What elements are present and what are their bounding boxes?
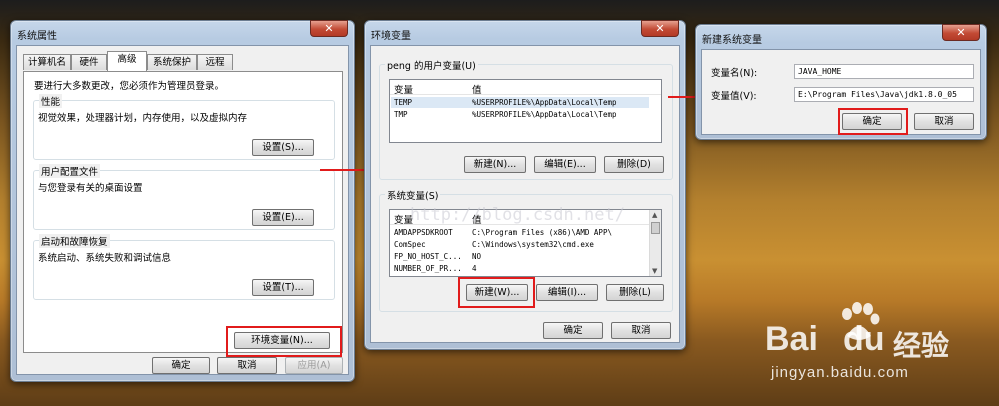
var-name: ComSpec (394, 240, 426, 249)
env-button-highlight (226, 326, 342, 357)
system-properties-window: 系统属性 ✕ 计算机名 硬件 高级 系统保护 远程 要进行大多数更改，您必须作为… (10, 20, 355, 382)
performance-desc: 视觉效果，处理器计划，内存使用，以及虚拟内存 (38, 113, 248, 124)
variable-value-field[interactable]: E:\Program Files\Java\jdk1.8.0_05 (794, 87, 974, 102)
variable-name-field[interactable]: JAVA_HOME (794, 64, 974, 79)
var-value: NO (472, 252, 482, 261)
user-profile-group: 用户配置文件 与您登录有关的桌面设置 设置(E)... (33, 164, 335, 230)
user-profile-desc: 与您登录有关的桌面设置 (38, 183, 143, 194)
user-variables-label: peng 的用户变量(U) (385, 58, 478, 72)
column-variable[interactable]: 变量 (394, 82, 413, 96)
scroll-up-icon[interactable]: ▲ (652, 211, 657, 219)
user-variables-group: peng 的用户变量(U) 变量 值 TEMP %USERPROFILE%\App… (379, 58, 673, 180)
tab-page: 要进行大多数更改，您必须作为管理员登录。 性能 视觉效果，处理器计划，内存使用，… (23, 71, 343, 353)
csdn-watermark: http://blog.csdn.net/ (410, 205, 625, 225)
user-profile-label: 用户配置文件 (39, 164, 101, 178)
variable-value-label: 变量值(V): (711, 91, 757, 102)
cancel-button[interactable]: 取消 (914, 113, 974, 130)
window-title: 系统属性 (17, 31, 57, 42)
var-name: TMP (394, 110, 408, 119)
var-name: NUMBER_OF_PR... (394, 264, 462, 273)
list-item[interactable]: TMP %USERPROFILE%\AppData\Local\Temp (391, 109, 649, 120)
scroll-thumb[interactable] (651, 222, 660, 234)
dialog-body: peng 的用户变量(U) 变量 值 TEMP %USERPROFILE%\App… (370, 45, 680, 343)
scrollbar[interactable]: ▲ ▼ (649, 210, 661, 276)
performance-settings-button[interactable]: 设置(S)... (252, 139, 314, 156)
apply-button[interactable]: 应用(A) (285, 357, 343, 374)
user-delete-button[interactable]: 删除(D) (604, 156, 664, 173)
var-value: C:\Program Files (x86)\AMD APP\ (472, 228, 612, 237)
logo-text-du: du (843, 320, 885, 358)
new-system-variable-window: 新建系统变量 ✕ 变量名(N): JAVA_HOME 变量值(V): E:\Pr… (695, 24, 987, 140)
system-edit-button[interactable]: 编辑(I)... (536, 284, 598, 301)
var-value: C:\Windows\system32\cmd.exe (472, 240, 594, 249)
user-variables-list[interactable]: 变量 值 TEMP %USERPROFILE%\AppData\Local\Tem… (389, 79, 662, 143)
window-title: 环境变量 (371, 31, 411, 42)
ok-button[interactable]: 确定 (152, 357, 210, 374)
logo-text-bai: Bai (765, 320, 818, 358)
var-name: TEMP (394, 98, 413, 107)
var-value: %USERPROFILE%\AppData\Local\Temp (472, 98, 617, 107)
scroll-down-icon[interactable]: ▼ (652, 267, 657, 275)
cancel-button[interactable]: 取消 (217, 357, 277, 374)
site-url: jingyan.baidu.com (771, 364, 909, 381)
list-item[interactable]: AMDAPPSDKROOT C:\Program Files (x86)\AMD … (391, 227, 649, 238)
close-button[interactable]: ✕ (942, 24, 980, 41)
ok-button-highlight (838, 108, 908, 135)
var-name: AMDAPPSDKROOT (394, 228, 453, 237)
ok-button[interactable]: 确定 (543, 322, 603, 339)
var-name: FP_NO_HOST_C... (394, 252, 462, 261)
tab-system-protection[interactable]: 系统保护 (147, 54, 197, 70)
system-new-highlight (458, 277, 535, 308)
tab-strip: 计算机名 硬件 高级 系统保护 远程 (23, 51, 343, 72)
list-header: 变量 值 (390, 80, 661, 96)
environment-variables-window: 环境变量 ✕ peng 的用户变量(U) 变量 值 TEMP %USERPROFI… (364, 20, 686, 350)
startup-recovery-desc: 系统启动、系统失败和调试信息 (38, 253, 172, 264)
list-item[interactable]: NUMBER_OF_PR... 4 (391, 263, 649, 274)
list-item[interactable]: TEMP %USERPROFILE%\AppData\Local\Temp (391, 97, 649, 108)
tab-advanced[interactable]: 高级 (107, 51, 147, 71)
tab-computer-name[interactable]: 计算机名 (23, 54, 71, 70)
close-button[interactable]: ✕ (310, 20, 348, 37)
system-delete-button[interactable]: 删除(L) (606, 284, 664, 301)
list-item[interactable]: ComSpec C:\Windows\system32\cmd.exe (391, 239, 649, 250)
startup-recovery-group: 启动和故障恢复 系统启动、系统失败和调试信息 设置(T)... (33, 234, 335, 300)
variable-name-label: 变量名(N): (711, 68, 758, 79)
list-item[interactable]: FP_NO_HOST_C... NO (391, 251, 649, 262)
user-new-button[interactable]: 新建(N)... (464, 156, 526, 173)
close-button[interactable]: ✕ (641, 20, 679, 37)
user-profile-settings-button[interactable]: 设置(E)... (252, 209, 314, 226)
var-value: 4 (472, 264, 477, 273)
startup-settings-button[interactable]: 设置(T)... (252, 279, 314, 296)
window-title: 新建系统变量 (702, 35, 762, 46)
performance-group: 性能 视觉效果，处理器计划，内存使用，以及虚拟内存 设置(S)... (33, 94, 335, 160)
dialog-body: 计算机名 硬件 高级 系统保护 远程 要进行大多数更改，您必须作为管理员登录。 … (16, 45, 349, 375)
logo-text-jingyan: 经验 (893, 330, 950, 361)
baidu-logo: Bai du 经验 jingyan.baidu.com (755, 300, 995, 381)
var-value: %USERPROFILE%\AppData\Local\Temp (472, 110, 617, 119)
tab-hardware[interactable]: 硬件 (71, 54, 107, 70)
tab-remote[interactable]: 远程 (197, 54, 233, 70)
admin-note: 要进行大多数更改，您必须作为管理员登录。 (34, 81, 225, 92)
system-variables-label: 系统变量(S) (385, 188, 441, 202)
dialog-body: 变量名(N): JAVA_HOME 变量值(V): E:\Program Fil… (701, 49, 981, 135)
cancel-button[interactable]: 取消 (611, 322, 671, 339)
startup-recovery-label: 启动和故障恢复 (39, 234, 110, 248)
performance-label: 性能 (39, 94, 63, 108)
column-value[interactable]: 值 (472, 82, 482, 96)
user-edit-button[interactable]: 编辑(E)... (534, 156, 596, 173)
